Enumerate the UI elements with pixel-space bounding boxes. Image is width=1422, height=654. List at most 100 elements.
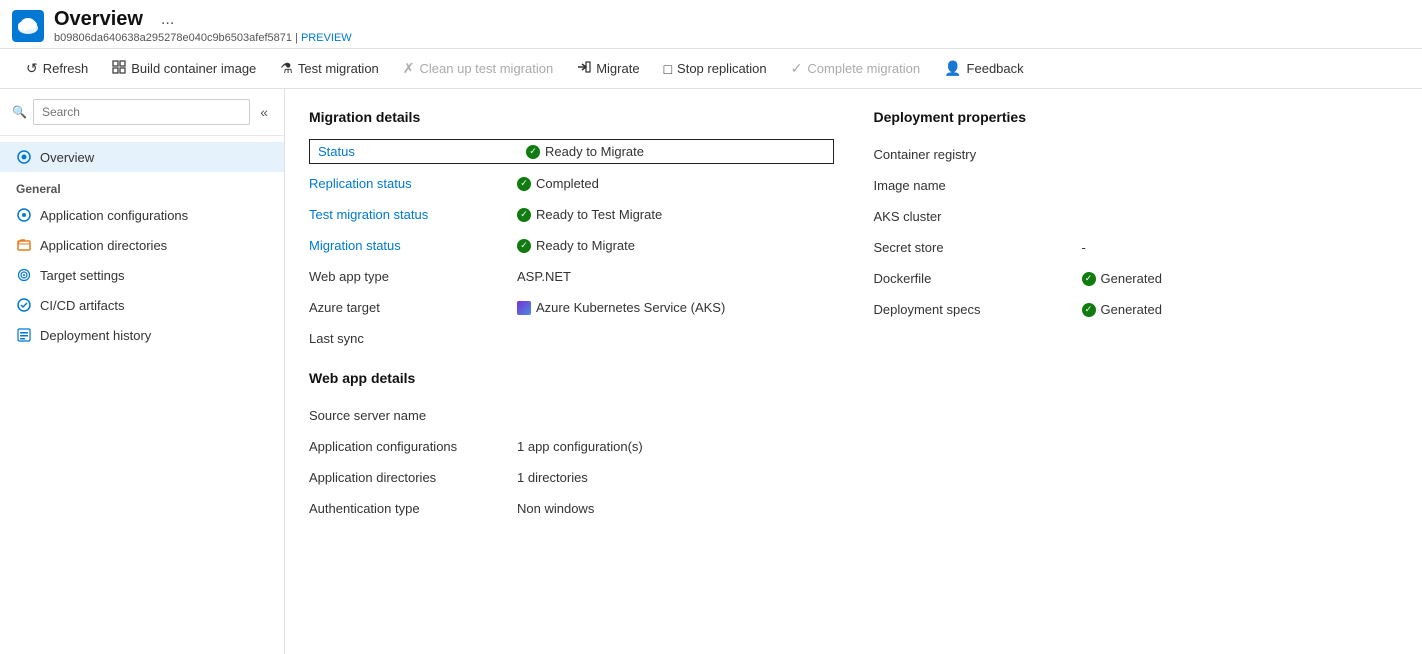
image-name-row: Image name <box>874 170 1399 201</box>
sidebar-item-application-configurations[interactable]: Application configurations <box>0 200 284 230</box>
search-icon: 🔍 <box>12 105 27 119</box>
migration-status-check-icon: ✓ <box>517 239 531 253</box>
build-container-image-button[interactable]: Build container image <box>102 55 266 82</box>
test-migration-label: Test migration <box>298 61 379 76</box>
app-config-label: Application configurations <box>40 208 188 223</box>
migrate-button[interactable]: Migrate <box>567 55 649 82</box>
migration-details-title: Migration details <box>309 109 834 125</box>
build-container-label: Build container image <box>131 61 256 76</box>
status-check-icon: ✓ <box>526 145 540 159</box>
azure-target-label: Azure target <box>309 300 509 315</box>
web-app-type-row: Web app type ASP.NET <box>309 261 834 292</box>
subtitle-id: b09806da640638a295278e040c9b6503afef5871 <box>54 32 292 44</box>
complete-migration-label: Complete migration <box>807 61 920 76</box>
replication-status-row: Replication status ✓ Completed <box>309 168 834 199</box>
app-icon <box>12 10 44 42</box>
sidebar-item-overview-label: Overview <box>40 150 94 165</box>
test-migration-check-icon: ✓ <box>517 208 531 222</box>
app-directories-label: Application directories <box>309 470 509 485</box>
app-config-icon <box>16 207 32 223</box>
test-migration-status-row: Test migration status ✓ Ready to Test Mi… <box>309 199 834 230</box>
sidebar-collapse-button[interactable]: « <box>256 102 272 122</box>
web-app-details-section: Web app details Source server name Appli… <box>309 370 834 524</box>
sidebar-item-overview[interactable]: Overview <box>0 142 284 172</box>
clean-up-test-migration-button[interactable]: ✗ Clean up test migration <box>393 55 563 82</box>
source-server-name-label: Source server name <box>309 408 509 423</box>
sidebar: 🔍 « Overview General Application configu… <box>0 89 285 654</box>
dockerfile-value: ✓ Generated <box>1082 271 1162 286</box>
last-sync-label: Last sync <box>309 331 509 346</box>
sidebar-item-deployment-history[interactable]: Deployment history <box>0 320 284 350</box>
search-input[interactable] <box>33 99 250 125</box>
app-configurations-label: Application configurations <box>309 439 509 454</box>
deployment-properties-title: Deployment properties <box>874 109 1399 125</box>
toolbar: ↺ Refresh Build container image ⚗ Test m… <box>0 49 1422 89</box>
authentication-type-row: Authentication type Non windows <box>309 493 834 524</box>
preview-link[interactable]: PREVIEW <box>301 32 352 44</box>
title-info: Overview ... b09806da640638a295278e040c9… <box>54 8 352 44</box>
web-app-type-value: ASP.NET <box>517 269 571 284</box>
dockerfile-check-icon: ✓ <box>1082 272 1096 286</box>
sidebar-item-target-settings[interactable]: Target settings <box>0 260 284 290</box>
app-configurations-value: 1 app configuration(s) <box>517 439 643 454</box>
authentication-type-value: Non windows <box>517 501 594 516</box>
feedback-label: Feedback <box>967 61 1024 76</box>
status-label: Status <box>318 144 518 159</box>
deployment-history-label: Deployment history <box>40 328 151 343</box>
deploy-history-icon <box>16 327 32 343</box>
test-migration-button[interactable]: ⚗ Test migration <box>270 55 388 82</box>
title-bar: Overview ... b09806da640638a295278e040c9… <box>0 0 1422 49</box>
sidebar-nav: Overview General Application configurati… <box>0 136 284 356</box>
app-directories-value: 1 directories <box>517 470 588 485</box>
aks-cluster-row: AKS cluster <box>874 201 1399 232</box>
stop-replication-label: Stop replication <box>677 61 767 76</box>
app-dir-label: Application directories <box>40 238 167 253</box>
stop-replication-button[interactable]: □ Stop replication <box>654 56 777 82</box>
target-settings-label: Target settings <box>40 268 125 283</box>
last-sync-row: Last sync <box>309 323 834 354</box>
deployment-specs-label: Deployment specs <box>874 302 1074 317</box>
aks-cluster-label: AKS cluster <box>874 209 1074 224</box>
cicd-icon <box>16 297 32 313</box>
test-migration-status-value: ✓ Ready to Test Migrate <box>517 207 662 222</box>
image-name-label: Image name <box>874 178 1074 193</box>
migration-status-row: Migration status ✓ Ready to Migrate <box>309 230 834 261</box>
aks-icon <box>517 301 531 315</box>
status-row-highlighted: Status ✓ Ready to Migrate <box>309 139 834 164</box>
dockerfile-label: Dockerfile <box>874 271 1074 286</box>
feedback-button[interactable]: 👤 Feedback <box>934 55 1034 82</box>
replication-status-label: Replication status <box>309 176 509 191</box>
secret-store-label: Secret store <box>874 240 1074 255</box>
replication-status-value: ✓ Completed <box>517 176 599 191</box>
dockerfile-row: Dockerfile ✓ Generated <box>874 263 1399 294</box>
cicd-artifacts-label: CI/CD artifacts <box>40 298 125 313</box>
sidebar-item-application-directories[interactable]: Application directories <box>0 230 284 260</box>
feedback-icon: 👤 <box>944 60 961 77</box>
complete-migration-icon: ✓ <box>791 60 803 77</box>
complete-migration-button[interactable]: ✓ Complete migration <box>781 55 930 82</box>
target-settings-icon <box>16 267 32 283</box>
ellipsis-button[interactable]: ... <box>157 11 178 29</box>
app-dir-icon <box>16 237 32 253</box>
app-directories-row: Application directories 1 directories <box>309 462 834 493</box>
azure-target-row: Azure target Azure Kubernetes Service (A… <box>309 292 834 323</box>
migration-details-section: Migration details Status ✓ Ready to Migr… <box>309 109 834 524</box>
sidebar-item-cicd-artifacts[interactable]: CI/CD artifacts <box>0 290 284 320</box>
status-value: ✓ Ready to Migrate <box>526 144 644 159</box>
replication-check-icon: ✓ <box>517 177 531 191</box>
deployment-specs-check-icon: ✓ <box>1082 303 1096 317</box>
refresh-icon: ↺ <box>26 60 38 77</box>
app-configurations-row: Application configurations 1 app configu… <box>309 431 834 462</box>
deployment-specs-row: Deployment specs ✓ Generated <box>874 294 1399 325</box>
deployment-properties-section: Deployment properties Container registry… <box>874 109 1399 524</box>
test-migration-status-label: Test migration status <box>309 207 509 222</box>
container-registry-label: Container registry <box>874 147 1074 162</box>
azure-target-value: Azure Kubernetes Service (AKS) <box>517 300 725 315</box>
migrate-label: Migrate <box>596 61 639 76</box>
source-server-name-row: Source server name <box>309 400 834 431</box>
clean-up-icon: ✗ <box>403 60 415 77</box>
refresh-button[interactable]: ↺ Refresh <box>16 55 98 82</box>
sidebar-general-section: General <box>0 172 284 200</box>
secret-store-row: Secret store - <box>874 232 1399 263</box>
container-registry-row: Container registry <box>874 139 1399 170</box>
